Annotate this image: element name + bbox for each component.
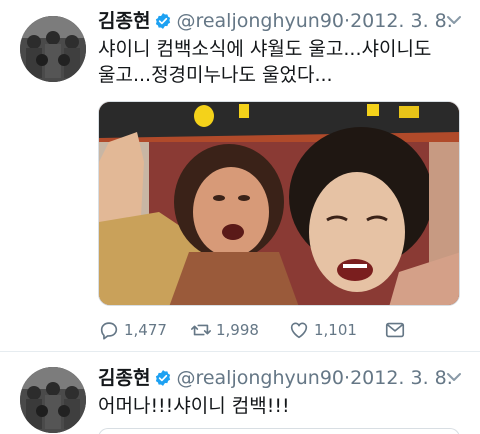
- avatar[interactable]: [20, 367, 86, 433]
- tweet-media-image[interactable]: [98, 101, 460, 306]
- avatar-photo: [20, 16, 86, 82]
- display-name[interactable]: 김종현: [98, 10, 150, 32]
- like-count: 1,101: [314, 321, 357, 339]
- message-icon: [385, 322, 405, 338]
- like-button[interactable]: 1,101: [288, 318, 357, 342]
- tweet-text-line-1: 어머나!!!샤이니 컴백!!!: [98, 395, 290, 417]
- reply-button[interactable]: 1,477: [98, 318, 167, 342]
- tweet[interactable]: 김종현 @realjonghyun90·2012. 3. 8. 어머나!!!샤이니…: [0, 355, 480, 434]
- tweet-header: 김종현 @realjonghyun90·2012. 3. 8.: [98, 8, 453, 34]
- media-photo: [99, 102, 459, 305]
- tweet-text-line-1: 샤이니 컴백소식에 샤월도 울고...샤이니도: [98, 38, 432, 60]
- tweet-text-line-2: 울고...정경미누나도 울었다...: [98, 64, 333, 86]
- tweet-actions: 1,477 1,998 1,101: [98, 318, 438, 342]
- tweet[interactable]: 김종현 @realjonghyun90·2012. 3. 8. 샤이니 컴백소식에…: [0, 0, 480, 352]
- handle[interactable]: @realjonghyun90: [176, 10, 344, 32]
- display-name[interactable]: 김종현: [98, 367, 150, 389]
- tweet-media-preview[interactable]: [98, 428, 460, 434]
- handle[interactable]: @realjonghyun90: [176, 367, 344, 389]
- retweet-button[interactable]: 1,998: [190, 318, 259, 342]
- tweet-header: 김종현 @realjonghyun90·2012. 3. 8.: [98, 365, 453, 391]
- verified-icon: [156, 13, 171, 29]
- retweet-count: 1,998: [216, 321, 259, 339]
- reply-count: 1,477: [124, 321, 167, 339]
- chevron-down-icon[interactable]: [446, 371, 462, 383]
- avatar-photo: [20, 367, 86, 433]
- tweet-date[interactable]: 2012. 3. 8.: [350, 367, 453, 389]
- chevron-down-icon[interactable]: [446, 14, 462, 26]
- tweet-date[interactable]: 2012. 3. 8.: [350, 10, 453, 32]
- retweet-icon: [191, 324, 211, 336]
- avatar[interactable]: [20, 16, 86, 82]
- verified-icon: [156, 370, 171, 386]
- like-icon: [290, 322, 308, 339]
- message-button[interactable]: [384, 318, 406, 342]
- reply-icon: [100, 322, 118, 340]
